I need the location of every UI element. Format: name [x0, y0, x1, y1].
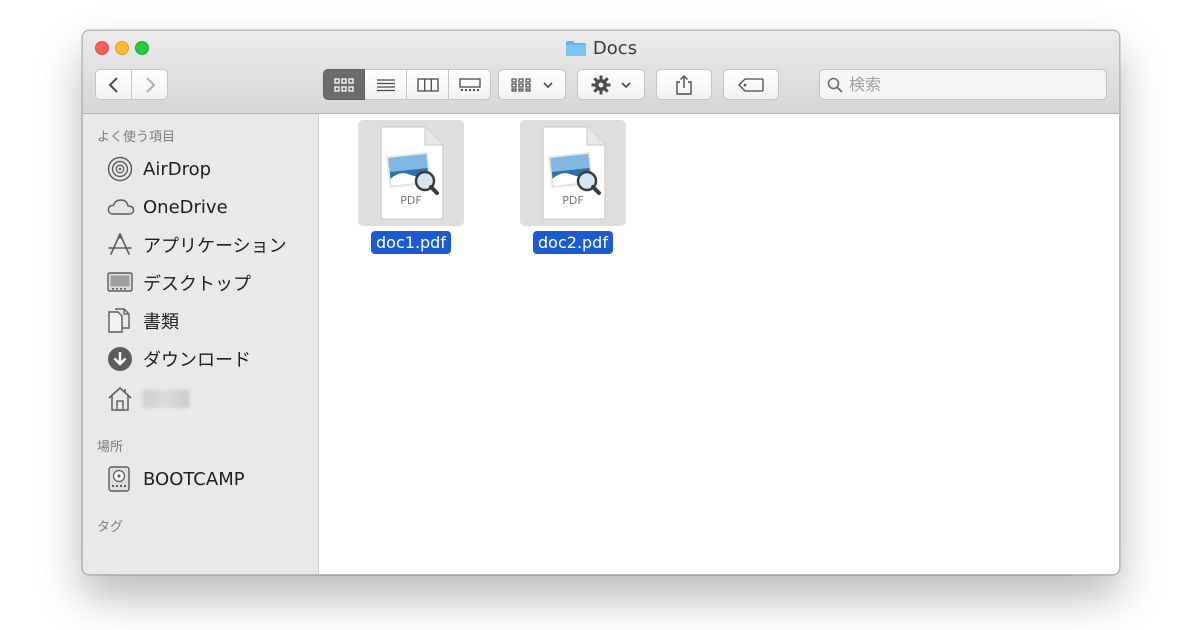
list-view-icon [376, 78, 395, 91]
documents-icon [107, 308, 135, 334]
forward-button[interactable] [131, 69, 168, 100]
search-field[interactable] [819, 69, 1107, 100]
chevron-left-icon [108, 76, 118, 93]
sidebar-item-airdrop[interactable]: AirDrop [107, 154, 211, 184]
download-icon [107, 346, 135, 372]
gear-icon [591, 75, 611, 94]
action-menu-button[interactable] [577, 69, 645, 100]
edit-tags-button[interactable] [723, 69, 779, 100]
share-button[interactable] [656, 69, 712, 100]
window-title: Docs [83, 38, 1119, 63]
sidebar-item-label: 書類 [143, 312, 179, 333]
list-view-button[interactable] [365, 69, 407, 100]
sidebar-item-applications[interactable]: アプリケーション [107, 230, 287, 260]
window-title-text: Docs [592, 38, 638, 59]
group-by-icon [511, 77, 531, 92]
file-thumbnail[interactable] [520, 120, 626, 226]
sidebar-item-label: BOOTCAMP [143, 468, 245, 490]
home-icon [107, 386, 135, 412]
sidebar-item-label: OneDrive [143, 196, 228, 218]
back-button[interactable] [95, 69, 132, 100]
favorites-header: よく使う項目 [97, 130, 176, 145]
sidebar-item-label: デスクトップ [143, 274, 251, 295]
airdrop-icon [107, 156, 135, 182]
sidebar-item-label: AirDrop [143, 158, 212, 180]
sidebar: よく使う項目 AirDrop OneDrive アプリケーション デスクトップ … [83, 114, 319, 574]
sidebar-item-home[interactable] [107, 384, 189, 414]
cloud-icon [107, 194, 135, 220]
tag-icon [738, 77, 764, 92]
file-thumbnail[interactable] [358, 120, 464, 226]
disk-icon [107, 466, 135, 492]
gallery-view-button[interactable] [449, 69, 491, 100]
sidebar-item-label: ダウンロード [143, 350, 251, 371]
gallery-view-icon [458, 77, 481, 91]
group-by-button[interactable] [498, 69, 566, 100]
chevron-right-icon [145, 76, 155, 93]
sidebar-item-downloads[interactable]: ダウンロード [107, 344, 251, 374]
file-type-badge: PDF [400, 194, 422, 207]
column-view-icon [416, 77, 439, 92]
sidebar-item-onedrive[interactable]: OneDrive [107, 192, 228, 222]
folder-icon [565, 40, 587, 63]
icon-view-button[interactable] [323, 69, 365, 100]
search-input[interactable] [849, 75, 1089, 94]
blurred-username [143, 390, 189, 408]
applications-icon [107, 232, 135, 258]
file-browser: PDF doc1.pdf PDF doc2.pdf [319, 114, 1119, 574]
column-view-button[interactable] [407, 69, 449, 100]
view-mode-control [323, 69, 491, 100]
sidebar-item-bootcamp[interactable]: BOOTCAMP [107, 464, 245, 494]
file-name[interactable]: doc2.pdf [533, 231, 613, 254]
file-type-badge: PDF [562, 194, 584, 207]
search-icon [827, 77, 843, 93]
file-name[interactable]: doc1.pdf [371, 231, 451, 254]
desktop-icon [107, 270, 135, 296]
chevron-down-icon [543, 81, 553, 88]
locations-header: 場所 [97, 440, 124, 455]
share-icon [676, 74, 692, 95]
chevron-down-icon [621, 81, 631, 88]
finder-window: Docs 検索 よく使う項目 AirDrop OneDrive アプリケーション… [82, 30, 1120, 575]
toolbar: Docs [83, 31, 1119, 114]
icon-view-icon [334, 77, 354, 92]
file-item[interactable]: PDF doc2.pdf [513, 120, 633, 254]
tags-header: タグ [97, 520, 124, 535]
file-item[interactable]: PDF doc1.pdf [351, 120, 471, 254]
sidebar-item-desktop[interactable]: デスクトップ [107, 268, 251, 298]
sidebar-item-label: アプリケーション [143, 236, 287, 257]
sidebar-item-documents[interactable]: 書類 [107, 306, 179, 336]
